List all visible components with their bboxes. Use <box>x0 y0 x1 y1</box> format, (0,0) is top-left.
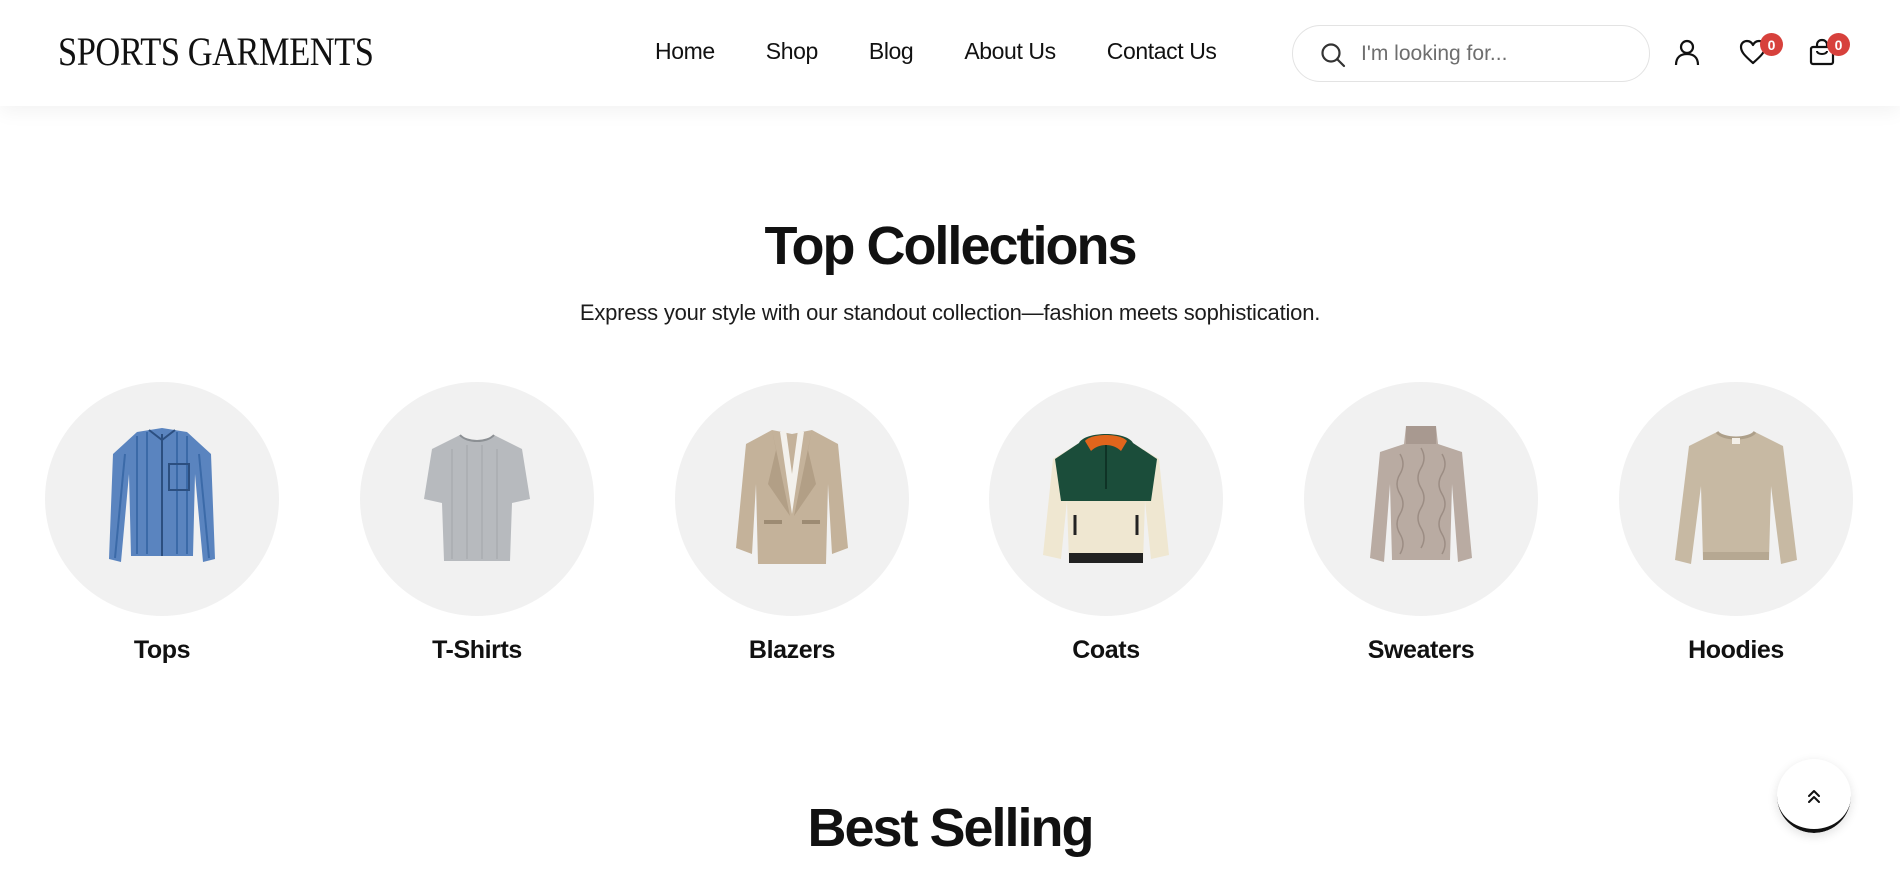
collection-t-shirts[interactable]: T-Shirts <box>360 382 594 665</box>
collection-label-sweaters: Sweaters <box>1367 636 1475 664</box>
crewneck-sweatshirt-image <box>1675 430 1797 564</box>
scroll-progress-ring <box>1777 759 1851 833</box>
collection-label-coats: Coats <box>1072 636 1140 664</box>
nav-home[interactable]: Home <box>655 38 715 65</box>
nav-about-us[interactable]: About Us <box>964 38 1056 65</box>
collection-image-tops[interactable] <box>45 382 279 616</box>
collection-label-blazers: Blazers <box>748 636 836 664</box>
search-input[interactable] <box>1361 40 1631 68</box>
cart-count-badge: 0 <box>1827 33 1850 56</box>
turtleneck-sweater-image <box>1370 426 1472 562</box>
top-collections-title: Top Collections <box>764 216 1138 276</box>
collection-image-sweaters[interactable] <box>1304 382 1538 616</box>
top-collections-subtitle: Express your style with our standout col… <box>579 300 1321 325</box>
site-header: SPORTS GARMENTS Home Shop Blog About Us … <box>0 0 1900 106</box>
collection-sweaters[interactable]: Sweaters <box>1304 382 1538 665</box>
collection-label-hoodies: Hoodies <box>1688 636 1784 664</box>
grey-tshirt-image <box>424 434 530 561</box>
nav-blog[interactable]: Blog <box>869 38 914 65</box>
collection-image-blazers[interactable] <box>675 382 909 616</box>
collection-image-t-shirts[interactable] <box>360 382 594 616</box>
best-selling-title: Best Selling <box>807 798 1094 858</box>
main-nav: Home Shop Blog About Us Contact Us <box>655 38 1268 65</box>
nav-contact-us[interactable]: Contact Us <box>1107 38 1217 65</box>
collection-label-t-shirts: T-Shirts <box>432 636 522 664</box>
collection-image-hoodies[interactable] <box>1619 382 1853 616</box>
beige-blazer-image <box>736 430 848 564</box>
site-logo[interactable]: SPORTS GARMENTS <box>58 28 374 75</box>
search-icon[interactable] <box>1320 42 1346 68</box>
collection-blazers[interactable]: Blazers <box>675 382 909 665</box>
user-icon[interactable] <box>1673 38 1701 66</box>
wishlist-count-badge: 0 <box>1760 33 1783 56</box>
collection-hoodies[interactable]: Hoodies <box>1619 382 1853 665</box>
fleece-pullover-image <box>1043 434 1169 563</box>
striped-shirt-image <box>109 428 215 562</box>
collection-coats[interactable]: Coats <box>989 382 1223 665</box>
collection-label-tops: Tops <box>133 636 191 664</box>
scroll-to-top-button[interactable] <box>1777 759 1851 833</box>
search-box <box>1292 25 1650 82</box>
collection-image-coats[interactable] <box>989 382 1223 616</box>
nav-shop[interactable]: Shop <box>766 38 819 65</box>
collection-tops[interactable]: Tops <box>45 382 279 665</box>
